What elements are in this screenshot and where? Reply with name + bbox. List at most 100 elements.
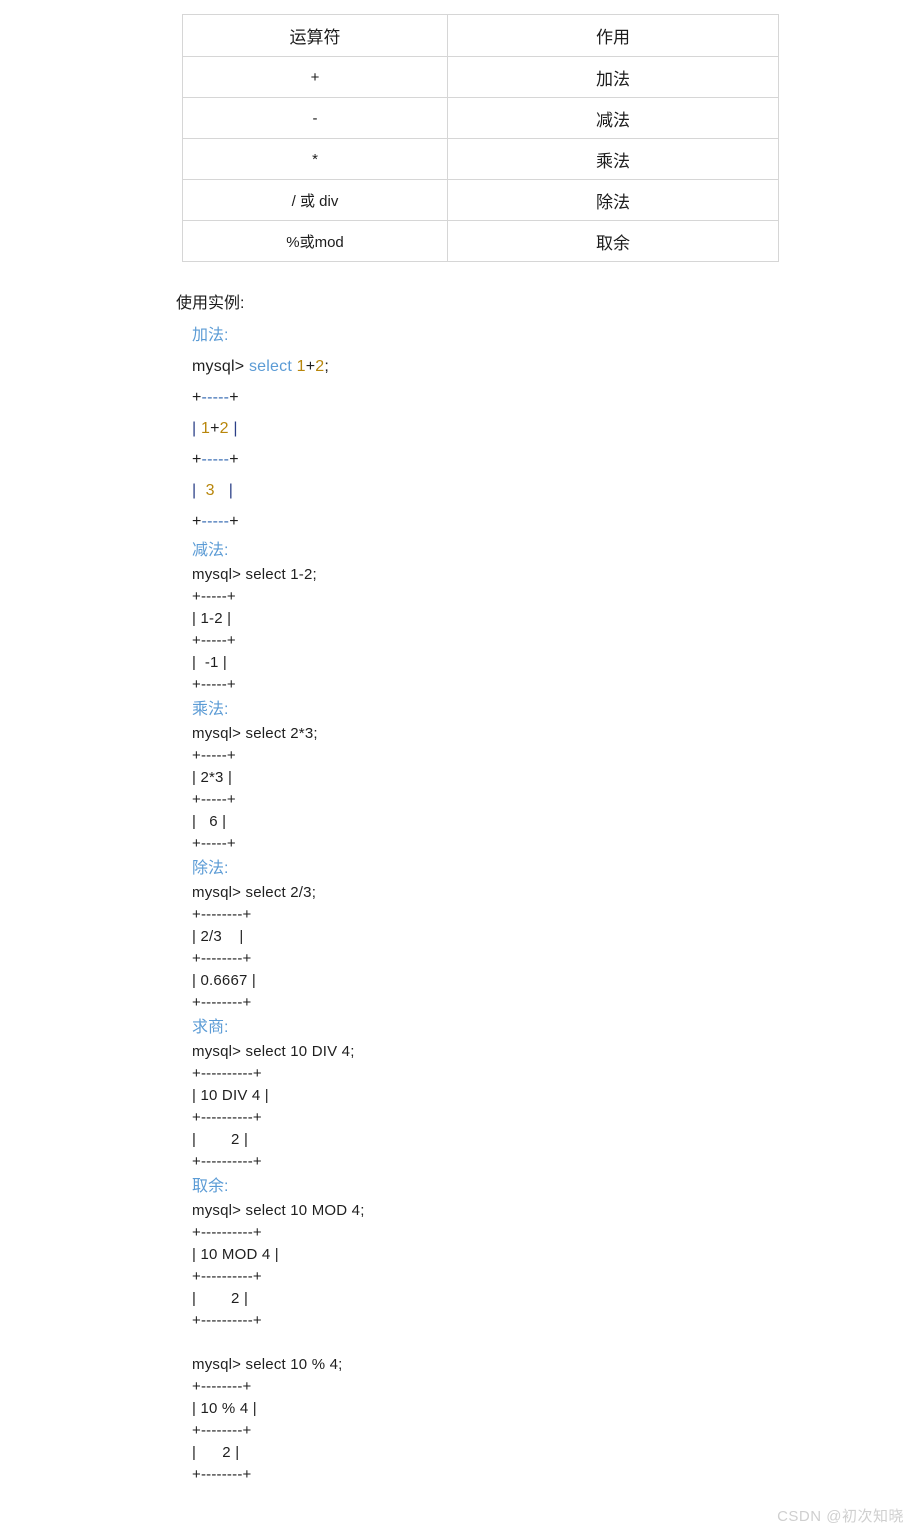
code-token: |	[228, 420, 238, 437]
table-row: - 减法	[182, 97, 779, 139]
examples-title: 使用实例:	[176, 295, 245, 312]
code-token: | 2 |	[192, 1444, 240, 1461]
code-token: +-----+	[192, 588, 236, 605]
cell-operator: *	[182, 138, 448, 180]
code-token: | 1-2 |	[192, 610, 232, 627]
code-token: |	[214, 482, 234, 499]
code-token: -----	[201, 389, 230, 406]
code-token: +--------+	[192, 1422, 252, 1439]
example-heading: 取余:	[192, 1178, 229, 1195]
code-line: | 1-2 |	[192, 608, 776, 630]
code-line: | 0.6667 |	[192, 970, 776, 992]
code-line: +----------+	[192, 1310, 776, 1332]
code-line: mysql> select 10 DIV 4;	[192, 1041, 776, 1063]
code-token: -----	[201, 513, 230, 530]
code-token: +--------+	[192, 950, 252, 967]
table-header-row: 运算符 作用	[182, 14, 779, 57]
code-token: | 6 |	[192, 813, 227, 830]
cell-effect: 除法	[447, 179, 779, 221]
code-line: +--------+	[192, 1464, 776, 1486]
example-heading: 求商:	[192, 1019, 229, 1036]
code-line: +----------+	[192, 1222, 776, 1244]
code-line: | -1 |	[192, 652, 776, 674]
code-line: +--------+	[192, 1376, 776, 1398]
code-token: +--------+	[192, 994, 252, 1011]
code-token: mysql> select 1-2;	[192, 566, 317, 583]
code-token: 1	[201, 420, 211, 437]
table-row: + 加法	[182, 56, 779, 98]
code-token: +	[210, 420, 220, 437]
code-line: +--------+	[192, 1420, 776, 1442]
code-line: +-----+	[192, 382, 776, 413]
code-line: +-----+	[192, 745, 776, 767]
code-token: +-----+	[192, 835, 236, 852]
code-line: +----------+	[192, 1107, 776, 1129]
code-token: 3	[205, 482, 215, 499]
code-token: |	[192, 420, 202, 437]
code-line: mysql> select 10 % 4;	[192, 1354, 776, 1376]
code-token: | 2 |	[192, 1290, 249, 1307]
code-line: | 3 |	[192, 475, 776, 506]
code-token: +--------+	[192, 906, 252, 923]
example-block: 乘法: mysql> select 2*3; +-----+ | 2*3 | +----…	[192, 696, 776, 855]
code-token: mysql> select 2/3;	[192, 884, 317, 901]
code-line: mysql> select 1-2;	[192, 564, 776, 586]
cell-operator: +	[182, 56, 448, 98]
code-token: +	[229, 389, 239, 406]
code-line	[192, 1332, 776, 1354]
cell-effect: 减法	[447, 97, 779, 139]
code-line: mysql> select 2*3;	[192, 723, 776, 745]
cell-operator: -	[182, 97, 448, 139]
examples-section: 使用实例: 加法: mysql> select 1+2; +-----+ | 1+2 …	[176, 290, 776, 1486]
example-block: 加法: mysql> select 1+2; +-----+ | 1+2 | +----…	[192, 320, 776, 537]
code-token: +	[229, 513, 239, 530]
example-heading: 减法:	[192, 542, 229, 559]
code-token: select	[248, 358, 297, 375]
code-token: +-----+	[192, 791, 236, 808]
code-line: +--------+	[192, 992, 776, 1014]
watermark: CSDN @初次知晓	[777, 1508, 904, 1525]
code-line: | 6 |	[192, 811, 776, 833]
code-token: +	[192, 513, 202, 530]
code-line: +----------+	[192, 1266, 776, 1288]
code-token: +--------+	[192, 1466, 252, 1483]
code-token: +	[192, 451, 202, 468]
code-line: | 10 DIV 4 |	[192, 1085, 776, 1107]
code-token: |	[192, 482, 206, 499]
code-token: | 10 DIV 4 |	[192, 1087, 269, 1104]
code-line: | 2*3 |	[192, 767, 776, 789]
operator-table-container: 运算符 作用 + 加法 - 减法 * 乘法 / 或 div 除法 %或mod 取余	[182, 14, 779, 262]
operator-table: 运算符 作用 + 加法 - 减法 * 乘法 / 或 div 除法 %或mod 取余	[182, 14, 779, 262]
cell-effect: 乘法	[447, 138, 779, 180]
code-token: +----------+	[192, 1109, 262, 1126]
code-token: | 2/3 |	[192, 928, 244, 945]
code-token: | 2*3 |	[192, 769, 233, 786]
code-token: | -1 |	[192, 654, 228, 671]
code-token: -----	[201, 451, 230, 468]
cell-effect: 加法	[447, 56, 779, 98]
code-token: mysql>	[192, 358, 249, 375]
header-operator: 运算符	[182, 14, 448, 57]
code-line: mysql> select 2/3;	[192, 882, 776, 904]
table-row: / 或 div 除法	[182, 179, 779, 221]
code-line: | 2 |	[192, 1129, 776, 1151]
code-line: +-----+	[192, 444, 776, 475]
code-line: mysql> select 10 MOD 4;	[192, 1200, 776, 1222]
code-token: mysql> select 10 MOD 4;	[192, 1202, 365, 1219]
code-token: | 10 MOD 4 |	[192, 1246, 279, 1263]
code-token: +-----+	[192, 676, 236, 693]
code-token: | 0.6667 |	[192, 972, 257, 989]
cell-effect: 取余	[447, 220, 779, 262]
code-line: +-----+	[192, 630, 776, 652]
code-line: mysql> select 1+2;	[192, 351, 776, 382]
code-token: +----------+	[192, 1268, 262, 1285]
code-token: mysql> select 10 % 4;	[192, 1356, 343, 1373]
code-token: +----------+	[192, 1153, 262, 1170]
code-line: | 2 |	[192, 1442, 776, 1464]
example-block: 除法: mysql> select 2/3; +--------+ | 2/3 | +-…	[192, 855, 776, 1014]
code-line: +-----+	[192, 586, 776, 608]
code-line: | 10 % 4 |	[192, 1398, 776, 1420]
code-token: | 10 % 4 |	[192, 1400, 257, 1417]
code-token: +-----+	[192, 632, 236, 649]
example-block: 取余: mysql> select 10 MOD 4; +----------+ | …	[192, 1173, 776, 1486]
